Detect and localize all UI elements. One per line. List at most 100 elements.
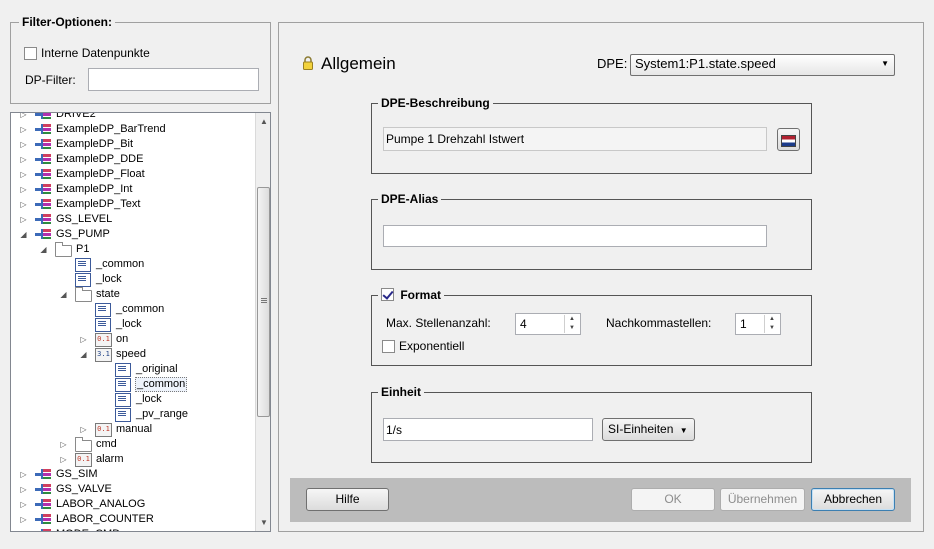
tree-expand-icon[interactable]: ▷	[79, 422, 88, 437]
tree-expand-icon[interactable]: ▷	[19, 197, 28, 212]
button-bar: Hilfe OK Übernehmen Abbrechen	[290, 478, 911, 522]
tree-collapse-icon[interactable]: ◢	[59, 287, 68, 302]
tree-item[interactable]: _lock	[11, 272, 255, 287]
flag-icon	[781, 135, 796, 147]
tree-expand-icon[interactable]: ▷	[19, 113, 28, 122]
tree-item[interactable]: ▷ ExampleDP_Text	[11, 197, 255, 212]
tree-item[interactable]: ▷ LABOR_COUNTER	[11, 512, 255, 527]
spin-down-icon[interactable]: ▼	[565, 324, 579, 333]
tree-item[interactable]: ▷ 0.1 manual	[11, 422, 255, 437]
tree-expand-icon[interactable]: ▷	[19, 527, 28, 531]
max-digits-spin-buttons[interactable]: ▲ ▼	[564, 315, 579, 333]
tree-item[interactable]: ▷ 0.1 on	[11, 332, 255, 347]
tree-item[interactable]: ▷ ExampleDP_Float	[11, 167, 255, 182]
scroll-up-button[interactable]: ▲	[256, 113, 270, 130]
tree-item[interactable]: ▷ LABOR_ANALOG	[11, 497, 255, 512]
tree-item[interactable]: ▷ 0.1 alarm	[11, 452, 255, 467]
datapoint-tree[interactable]: ▷ DRIVE2 ▷ ExampleDP_BarTrend ▷ ExampleDP_Bit…	[10, 112, 271, 532]
tree-item-label: state	[96, 288, 120, 300]
tree-collapse-icon[interactable]: ◢	[19, 227, 28, 242]
datapoint-icon	[35, 113, 51, 121]
tree-expand-icon[interactable]: ▷	[19, 137, 28, 152]
tree-item[interactable]: ▷ ExampleDP_BarTrend	[11, 122, 255, 137]
decimals-spinbox[interactable]: 1 ▲ ▼	[735, 313, 781, 335]
tree-expand-icon[interactable]: ▷	[19, 182, 28, 197]
tree-rows: ▷ DRIVE2 ▷ ExampleDP_BarTrend ▷ ExampleDP_Bit…	[11, 113, 256, 531]
ok-button[interactable]: OK	[631, 488, 715, 511]
scroll-down-button[interactable]: ▼	[256, 514, 270, 531]
tree-item-label: ExampleDP_BarTrend	[56, 123, 166, 135]
tree-collapse-icon[interactable]: ◢	[79, 347, 88, 362]
tree-expand-icon[interactable]: ▷	[19, 122, 28, 137]
decimals-spin-buttons[interactable]: ▲ ▼	[764, 315, 779, 333]
tree-item[interactable]: ▷ GS_SIM	[11, 467, 255, 482]
tree-expand-icon[interactable]: ▷	[19, 512, 28, 527]
spin-up-icon[interactable]: ▲	[765, 315, 779, 324]
cancel-button[interactable]: Abbrechen	[811, 488, 895, 511]
tree-item[interactable]: _common	[11, 302, 255, 317]
datapoint-icon	[35, 213, 51, 226]
tree-expand-icon[interactable]: ▷	[79, 332, 88, 347]
format-checkbox[interactable]	[381, 288, 394, 301]
tree-item[interactable]: _pv_range	[11, 407, 255, 422]
tree-expand-icon[interactable]: ▷	[59, 437, 68, 452]
spin-down-icon[interactable]: ▼	[765, 324, 779, 333]
format-group: Format Max. Stellenanzahl: 4 ▲ ▼ Nachkom…	[371, 288, 812, 366]
tree-item[interactable]: _lock	[11, 317, 255, 332]
exponential-checkbox[interactable]	[382, 340, 395, 353]
tree-item[interactable]: _common	[11, 377, 255, 392]
tree-item-label: _lock	[116, 318, 142, 330]
tree-item-label: ExampleDP_Text	[56, 198, 141, 210]
datapoint-icon	[35, 153, 51, 166]
tree-expand-icon[interactable]: ▷	[19, 467, 28, 482]
tree-item[interactable]: ▷ GS_VALVE	[11, 482, 255, 497]
tree-item-label: on	[116, 333, 129, 345]
tree-item[interactable]: ▷ ExampleDP_Bit	[11, 137, 255, 152]
tree-item[interactable]: ▷ ExampleDP_Int	[11, 182, 255, 197]
language-edit-button[interactable]	[777, 128, 800, 151]
tree-item[interactable]: _original	[11, 362, 255, 377]
tree-item[interactable]: ◢ P1	[11, 242, 255, 257]
internal-datapoints-checkbox[interactable]	[24, 47, 37, 60]
tree-expand-icon[interactable]: ▷	[19, 482, 28, 497]
tree-item[interactable]: ◢ 3.1 speed	[11, 347, 255, 362]
tree-expand-icon[interactable]: ▷	[19, 212, 28, 227]
element-config-icon	[115, 393, 131, 407]
max-digits-spinbox[interactable]: 4 ▲ ▼	[515, 313, 581, 335]
tree-expand-icon[interactable]: ▷	[19, 167, 28, 182]
alias-group: DPE-Alias	[371, 192, 812, 270]
tree-item-label: _common	[116, 303, 165, 315]
unit-title: Einheit	[378, 385, 425, 399]
format-title-wrap: Format	[378, 288, 445, 302]
apply-button[interactable]: Übernehmen	[720, 488, 805, 511]
tree-item-label: GS_VALVE	[56, 483, 112, 495]
tree-item[interactable]: _common	[11, 257, 255, 272]
alias-input[interactable]	[383, 225, 767, 247]
element-config-icon	[95, 318, 111, 332]
tree-collapse-icon[interactable]: ◢	[39, 242, 48, 257]
tree-expand-icon[interactable]: ▷	[59, 452, 68, 467]
tree-item[interactable]: ▷ cmd	[11, 437, 255, 452]
spin-up-icon[interactable]: ▲	[565, 315, 579, 324]
dpe-select[interactable]: System1:P1.state.speed ▼	[630, 54, 895, 76]
tree-expand-icon[interactable]: ▷	[19, 497, 28, 512]
tree-item[interactable]: ◢ GS_PUMP	[11, 227, 255, 242]
tree-item[interactable]: _lock	[11, 392, 255, 407]
tree-item[interactable]: ◢ state	[11, 287, 255, 302]
tree-item[interactable]: ▷ ExampleDP_DDE	[11, 152, 255, 167]
datapoint-icon	[35, 483, 51, 496]
si-units-button[interactable]: SI-Einheiten ▼	[602, 418, 695, 441]
max-digits-label: Max. Stellenanzahl:	[386, 316, 491, 330]
help-button[interactable]: Hilfe	[306, 488, 389, 511]
tree-item[interactable]: ▷ DRIVE2	[11, 113, 255, 122]
tree-item[interactable]: ▷ MODE_CMD	[11, 527, 255, 531]
tree-expand-icon[interactable]: ▷	[19, 152, 28, 167]
tree-item[interactable]: ▷ GS_LEVEL	[11, 212, 255, 227]
unit-value: 1/s	[386, 423, 403, 437]
dp-filter-input[interactable]	[88, 68, 259, 91]
description-input[interactable]: Pumpe 1 Drehzahl Istwert	[383, 127, 767, 151]
scroll-thumb[interactable]	[257, 187, 270, 417]
unit-input[interactable]: 1/s	[383, 418, 593, 441]
tree-vertical-scrollbar[interactable]: ▲ ▼	[255, 113, 270, 531]
element-config-icon	[75, 273, 91, 287]
